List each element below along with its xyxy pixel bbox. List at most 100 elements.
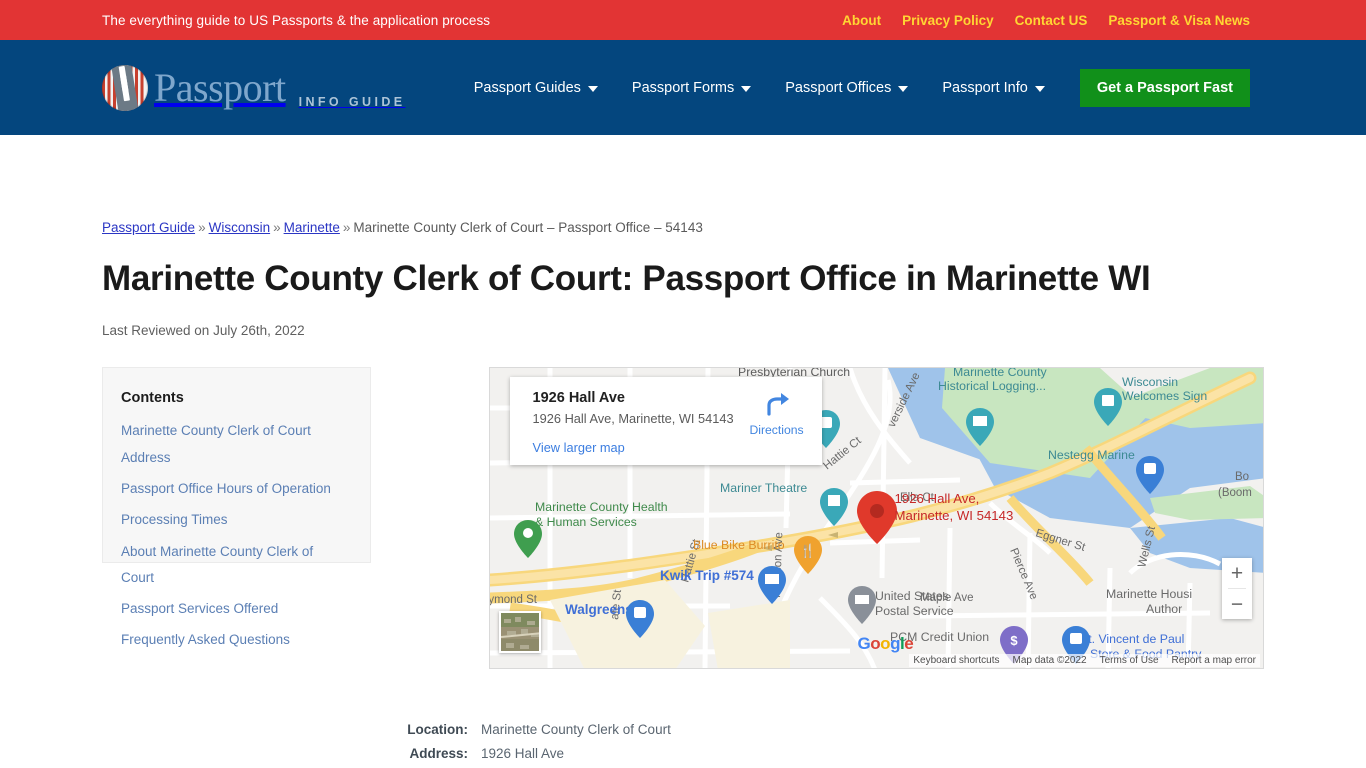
table-of-contents: Contents Marinette County Clerk of Court… xyxy=(102,367,371,647)
table-row: Address: 1926 Hall Ave xyxy=(391,746,1264,761)
map-info-card: 1926 Hall Ave 1926 Hall Ave, Marinette, … xyxy=(509,377,822,466)
svg-text:Nestegg Marine: Nestegg Marine xyxy=(1048,448,1135,462)
zoom-out-button[interactable]: − xyxy=(1222,589,1252,619)
site-tagline: The everything guide to US Passports & t… xyxy=(102,12,491,28)
nav-item-passport-offices[interactable]: Passport Offices xyxy=(768,80,925,96)
nav-label: Passport Guides xyxy=(473,79,581,96)
report-map-error-link[interactable]: Report a map error xyxy=(1172,655,1256,666)
utility-link-privacy-policy[interactable]: Privacy Policy xyxy=(902,13,994,28)
toc-link-address[interactable]: Marinette County Clerk of Court Address xyxy=(121,423,311,464)
location-value: Marinette County Clerk of Court xyxy=(481,722,671,738)
marker-address-line1: 1926 Hall Ave, xyxy=(894,491,980,507)
breadcrumb-separator: » xyxy=(198,220,206,235)
list-item: Processing Times xyxy=(121,507,346,533)
directions-label: Directions xyxy=(749,423,804,438)
list-item: Marinette County Clerk of Court Address xyxy=(121,418,346,471)
breadcrumb-link-passport-guide[interactable]: Passport Guide xyxy=(102,220,195,235)
breadcrumb-separator: » xyxy=(273,220,281,235)
nav-label: Passport Forms xyxy=(631,79,735,96)
contents-heading: Contents xyxy=(121,390,184,407)
svg-text:🍴: 🍴 xyxy=(799,543,815,559)
svg-text:Walgreens: Walgreens xyxy=(565,602,633,617)
svg-text:Author: Author xyxy=(1146,602,1182,616)
satellite-view-toggle[interactable] xyxy=(498,611,541,654)
list-item: Passport Services Offered xyxy=(121,596,346,622)
utility-link-passport-visa-news[interactable]: Passport & Visa News xyxy=(1108,13,1250,28)
svg-text:United States: United States xyxy=(875,589,949,603)
list-item: About Marinette County Clerk of Court xyxy=(121,539,346,592)
svg-text:Kwik Trip #574: Kwik Trip #574 xyxy=(660,568,754,583)
get-passport-fast-button[interactable]: Get a Passport Fast xyxy=(1079,68,1250,107)
chevron-down-icon xyxy=(1034,85,1045,92)
top-announcement-bar: The everything guide to US Passports & t… xyxy=(0,0,1366,40)
svg-text:St. Vincent de Paul: St. Vincent de Paul xyxy=(1080,632,1184,646)
map-data-copyright: Map data ©2022 xyxy=(1012,655,1087,667)
svg-text:& Human Services: & Human Services xyxy=(535,515,637,529)
svg-text:Postal Service: Postal Service xyxy=(875,604,954,618)
svg-text:(Boom: (Boom xyxy=(1218,487,1252,499)
chevron-down-icon xyxy=(741,85,752,92)
breadcrumb: Passport Guide» Wisconsin» Marinette» Marin… xyxy=(102,220,1264,235)
list-item: Passport Office Hours of Operation xyxy=(121,476,346,502)
nav-label: Passport Offices xyxy=(785,79,892,96)
svg-text:Blue Bike Burrito: Blue Bike Burrito xyxy=(693,538,785,552)
svg-text:Marinette County: Marinette County xyxy=(953,368,1047,379)
breadcrumb-link-wisconsin[interactable]: Wisconsin xyxy=(209,220,271,235)
toc-link-services[interactable]: Passport Services Offered xyxy=(121,601,278,616)
site-header: Passport INFO GUIDE Passport Guides Pass… xyxy=(0,40,1366,135)
chevron-down-icon xyxy=(587,85,598,92)
toc-link-faq[interactable]: Frequently Asked Questions xyxy=(121,632,290,647)
svg-text:Welcomes Sign: Welcomes Sign xyxy=(1122,389,1207,403)
nav-item-passport-guides[interactable]: Passport Guides xyxy=(457,80,615,96)
google-map-embed[interactable]: Hattie Ct Hattie St Ella Ct Eggner St We… xyxy=(488,367,1264,670)
address-label: Address: xyxy=(409,746,468,762)
svg-text:Mariner Theatre: Mariner Theatre xyxy=(720,481,807,495)
toc-link-processing-times[interactable]: Processing Times xyxy=(121,512,228,527)
directions-icon xyxy=(766,393,789,416)
breadcrumb-current: Marinette County Clerk of Court – Passpo… xyxy=(353,220,703,235)
brand-subtitle: INFO GUIDE xyxy=(298,94,406,109)
directions-button[interactable]: Directions xyxy=(746,389,808,465)
chevron-down-icon xyxy=(898,85,909,92)
site-logo[interactable]: Passport INFO GUIDE xyxy=(102,64,406,111)
office-details-table: Location: Marinette County Clerk of Cour… xyxy=(391,722,1264,761)
list-item: Frequently Asked Questions xyxy=(121,627,346,653)
keyboard-shortcuts-link[interactable]: Keyboard shortcuts xyxy=(913,655,999,666)
main-content: Passport Guide» Wisconsin» Marinette» Marin… xyxy=(0,220,1366,761)
breadcrumb-separator: » xyxy=(342,220,351,235)
map-place-address: 1926 Hall Ave, Marinette, WI 54143 xyxy=(532,411,734,427)
satellite-thumbnail-icon xyxy=(500,613,539,652)
map-place-name: 1926 Hall Ave xyxy=(532,390,625,407)
toc-link-about[interactable]: About Marinette County Clerk of Court xyxy=(121,544,313,585)
breadcrumb-link-marinette[interactable]: Marinette xyxy=(284,220,340,235)
terms-of-use-link[interactable]: Terms of Use xyxy=(1100,655,1159,666)
svg-text:Historical Logging...: Historical Logging... xyxy=(938,379,1046,393)
nav-label: Passport Info xyxy=(942,79,1028,96)
map-zoom-controls: + − xyxy=(1222,558,1252,620)
address-value: 1926 Hall Ave xyxy=(481,746,565,762)
svg-text:Bo: Bo xyxy=(1235,471,1249,483)
toc-link-hours[interactable]: Passport Office Hours of Operation xyxy=(121,481,331,496)
utility-link-about[interactable]: About xyxy=(842,13,881,28)
google-logo: Google xyxy=(857,634,914,654)
nav-item-passport-forms[interactable]: Passport Forms xyxy=(615,80,768,96)
view-larger-map-link[interactable]: View larger map xyxy=(533,440,625,455)
table-row: Location: Marinette County Clerk of Cour… xyxy=(391,722,1264,737)
contents-list: Marinette County Clerk of Court Address … xyxy=(121,418,346,654)
last-reviewed-date: Last Reviewed on July 26th, 2022 xyxy=(102,323,305,339)
primary-nav: Passport Guides Passport Forms Passport … xyxy=(457,68,1250,107)
zoom-in-button[interactable]: + xyxy=(1222,558,1252,588)
svg-text:Marinette Housi: Marinette Housi xyxy=(1106,587,1192,601)
svg-text:Wisconsin: Wisconsin xyxy=(1122,375,1178,389)
svg-text:aymond St: aymond St xyxy=(490,594,538,606)
utility-link-contact-us[interactable]: Contact US xyxy=(1015,13,1088,28)
nav-item-passport-info[interactable]: Passport Info xyxy=(925,80,1061,96)
svg-text:Marinette County Health: Marinette County Health xyxy=(535,500,668,514)
map-attribution: Keyboard shortcuts Map data ©2022 Terms … xyxy=(909,654,1260,668)
marker-address-line2: Marinette, WI 54143 xyxy=(894,507,1014,523)
map-marker-address-label: 1926 Hall Ave, Marinette, WI 54143 xyxy=(895,491,1014,524)
utility-nav: About Privacy Policy Contact US Passport… xyxy=(842,13,1250,28)
content-columns: Contents Marinette County Clerk of Court… xyxy=(102,367,1264,670)
page-title: Marinette County Clerk of Court: Passpor… xyxy=(102,259,1151,298)
location-label: Location: xyxy=(407,722,468,738)
